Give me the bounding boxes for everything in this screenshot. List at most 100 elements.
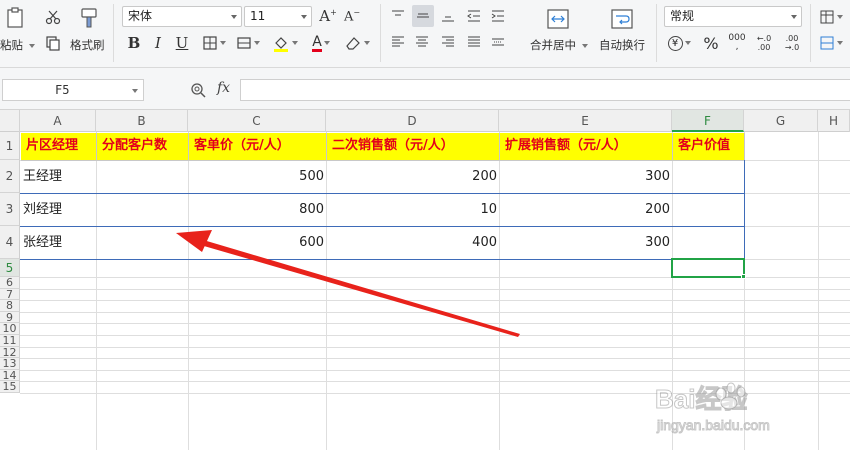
cell-f2[interactable] [672,160,744,193]
row-header-2[interactable]: 2 [0,160,20,193]
table-style-button[interactable] [816,6,846,28]
row-header-15[interactable]: 15 [0,381,20,393]
header-cell-a[interactable]: 片区经理 [21,133,97,161]
column-header-c[interactable]: C [188,110,326,132]
decrease-font-button[interactable]: A− [342,6,362,26]
cell-b3[interactable] [96,193,188,226]
formula-input[interactable] [240,79,850,101]
outdent-icon [467,10,480,22]
increase-font-button[interactable]: A+ [318,6,338,26]
column-header-h[interactable]: H [818,110,850,132]
table-style-icon [820,10,834,24]
cell-c2[interactable]: 500 [188,160,326,193]
cell-c4[interactable]: 600 [188,226,326,259]
align-middle-button[interactable] [412,5,434,27]
cell-a2[interactable]: 王经理 [20,160,96,193]
wrap-text-button[interactable] [608,6,636,32]
row-header-4[interactable]: 4 [0,226,20,259]
justify-button[interactable] [464,32,484,52]
increase-decimal-button[interactable]: ←.0.00 [752,32,776,54]
column-header-d[interactable]: D [326,110,499,132]
thousands-button[interactable]: 000, [726,32,748,54]
distributed-button[interactable] [488,32,508,52]
selected-cell-f5[interactable] [671,258,745,278]
justify-icon [468,36,480,47]
header-cell-e[interactable]: 扩展销售额（元/人） [500,133,673,161]
select-all-corner[interactable] [0,110,20,132]
row-header-11[interactable]: 11 [0,335,20,347]
merge-center-button[interactable] [544,6,572,32]
cut-button[interactable] [42,6,64,28]
cell-a4[interactable]: 张经理 [20,226,96,259]
bold-button[interactable]: B [124,32,144,54]
align-top-button[interactable] [388,6,408,26]
cell-b2[interactable] [96,160,188,193]
row-header-5[interactable]: 5 [0,259,20,277]
format-painter-button[interactable] [76,4,102,32]
cell-a3[interactable]: 刘经理 [20,193,96,226]
cell-b4[interactable] [96,226,188,259]
eraser-icon [346,37,360,50]
currency-button[interactable]: ¥ [666,32,692,54]
header-cell-d[interactable]: 二次销售额（元/人） [327,133,500,161]
header-cell-b[interactable]: 分配客户数 [97,133,189,161]
italic-button[interactable]: I [148,32,168,54]
column-header-f[interactable]: F [672,110,744,132]
cell-d2[interactable]: 200 [326,160,499,193]
column-header-b[interactable]: B [96,110,188,132]
insert-function-button[interactable]: fx [217,80,230,96]
percent-button[interactable]: % [700,32,722,54]
align-bottom-button[interactable] [438,6,458,26]
column-header-a[interactable]: A [20,110,96,132]
row-header-6[interactable]: 6 [0,277,20,289]
decrease-decimal-button[interactable]: .00 →.0 [780,32,804,54]
font-size-select[interactable]: 11 [244,6,312,27]
decrease-indent-button[interactable] [464,6,484,26]
merge-center-label: 合并居中 [530,38,576,52]
italic-icon: I [155,34,161,52]
conditional-format-button[interactable] [816,32,846,54]
align-left-button[interactable] [388,32,408,52]
cell-d4[interactable]: 400 [326,226,499,259]
header-cell-c[interactable]: 客单价（元/人） [189,133,327,161]
paste-dropdown-icon[interactable] [29,44,35,48]
zoom-formula-button[interactable] [188,80,208,100]
grid-row-line [20,358,850,360]
align-center-button[interactable] [412,32,432,52]
font-name-select[interactable]: 宋体 [122,6,242,27]
font-color-button[interactable]: A [306,32,336,54]
cell-f4[interactable] [672,226,744,259]
cell-e3[interactable]: 200 [499,193,672,226]
column-header-g[interactable]: G [744,110,818,132]
merge-dropdown-icon[interactable] [582,44,588,48]
underline-button[interactable]: U [172,32,192,54]
column-header-e[interactable]: E [499,110,672,132]
spreadsheet-grid[interactable]: ABCDEFGH 1 2 3 4 5 6 7 8 9 10 11 12 13 14 15 片区经理 分配客户数… [0,110,850,450]
paste-button[interactable] [0,4,34,34]
number-format-select[interactable]: 常规 [664,6,802,27]
clear-format-button[interactable] [342,32,372,54]
indent-icon [491,10,504,22]
name-box[interactable]: F5 [2,79,144,101]
grid-column-line [818,132,819,450]
copy-button[interactable] [42,32,64,54]
cell-f3[interactable] [672,193,744,226]
fill-handle[interactable] [741,274,746,279]
cell-e4[interactable]: 300 [499,226,672,259]
grid-row-line [20,393,850,394]
grid-row-line [20,288,850,290]
align-middle-icon [417,13,429,18]
cell-style-button[interactable] [234,32,262,54]
fill-color-button[interactable] [270,32,300,54]
header-cell-f[interactable]: 客户价值 [673,133,745,161]
row-header-1[interactable]: 1 [0,132,20,160]
align-right-button[interactable] [438,32,458,52]
cell-c3[interactable]: 800 [188,193,326,226]
copy-icon [46,36,60,51]
cell-e2[interactable]: 300 [499,160,672,193]
cell-d3[interactable]: 10 [326,193,499,226]
borders-button[interactable] [200,32,228,54]
align-center-icon [416,36,428,47]
row-header-3[interactable]: 3 [0,193,20,226]
increase-indent-button[interactable] [488,6,508,26]
